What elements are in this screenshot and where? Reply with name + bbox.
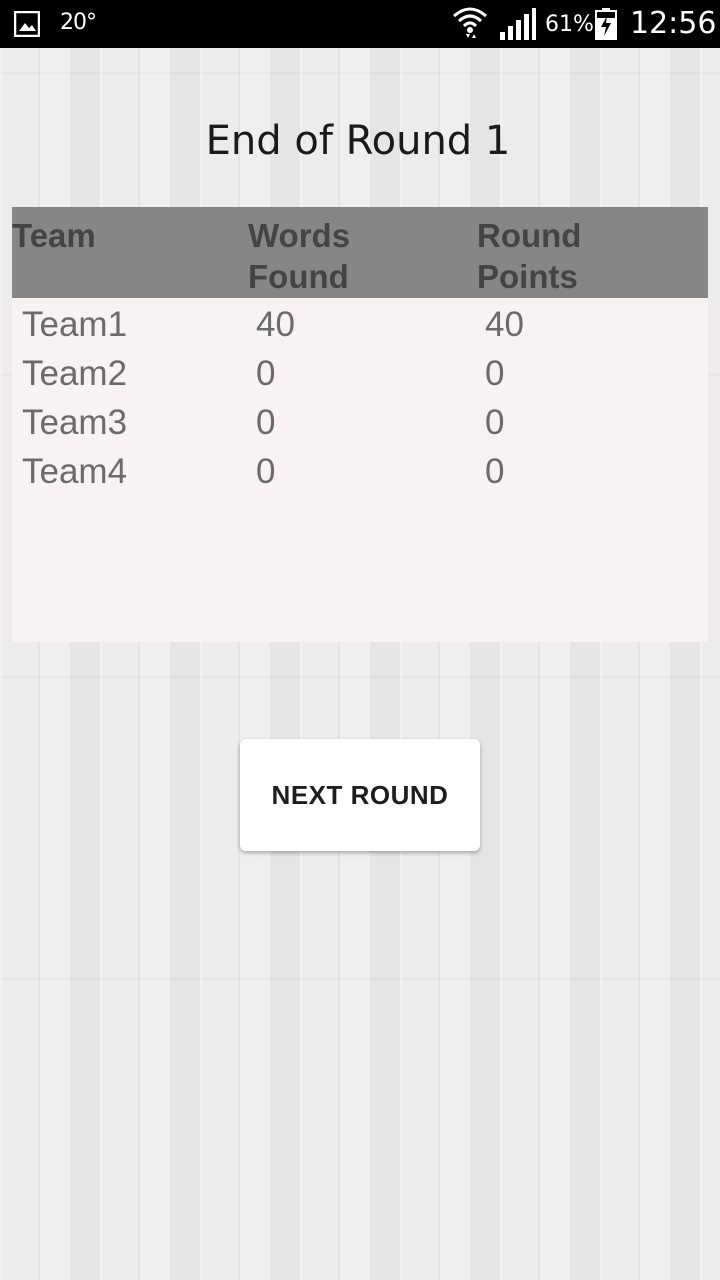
- signal-icon: [500, 8, 536, 40]
- round-points-cell: 40: [485, 305, 524, 344]
- battery-percent-text: 61%: [545, 12, 594, 37]
- words-found-cell: 0: [256, 403, 276, 442]
- next-round-button[interactable]: NEXT ROUND: [240, 739, 480, 851]
- round-points-cell: 0: [485, 354, 505, 393]
- words-found-cell: 0: [256, 354, 276, 393]
- wifi-icon: [453, 7, 487, 38]
- clock-text: 12:56: [630, 6, 717, 41]
- team-name-cell: Team1: [22, 305, 128, 344]
- header-team: Team: [12, 217, 96, 254]
- gallery-icon: [14, 11, 40, 37]
- table-row: Team2 0 0: [12, 349, 708, 398]
- table-row: Team4 0 0: [12, 447, 708, 496]
- round-points-cell: 0: [485, 452, 505, 491]
- table-header: Team Words Found Round Points: [12, 207, 708, 298]
- round-points-cell: 0: [485, 403, 505, 442]
- battery-charging-icon: [595, 8, 617, 40]
- page-title: End of Round 1: [205, 118, 511, 164]
- team-name-cell: Team3: [22, 403, 128, 442]
- temperature-text: 20°: [60, 10, 97, 35]
- words-found-cell: 0: [256, 452, 276, 491]
- team-name-cell: Team4: [22, 452, 128, 491]
- status-bar: 20° 61% 12:56: [0, 0, 720, 48]
- table-row: Team3 0 0: [12, 398, 708, 447]
- words-found-cell: 40: [256, 305, 295, 344]
- header-words-found: Words Found: [248, 217, 351, 295]
- header-round-points: Round Points: [477, 217, 582, 295]
- team-name-cell: Team2: [22, 354, 128, 393]
- table-row: Team1 40 40: [12, 300, 708, 349]
- scores-table: Team Words Found Round Points Team1 40 4…: [12, 207, 708, 642]
